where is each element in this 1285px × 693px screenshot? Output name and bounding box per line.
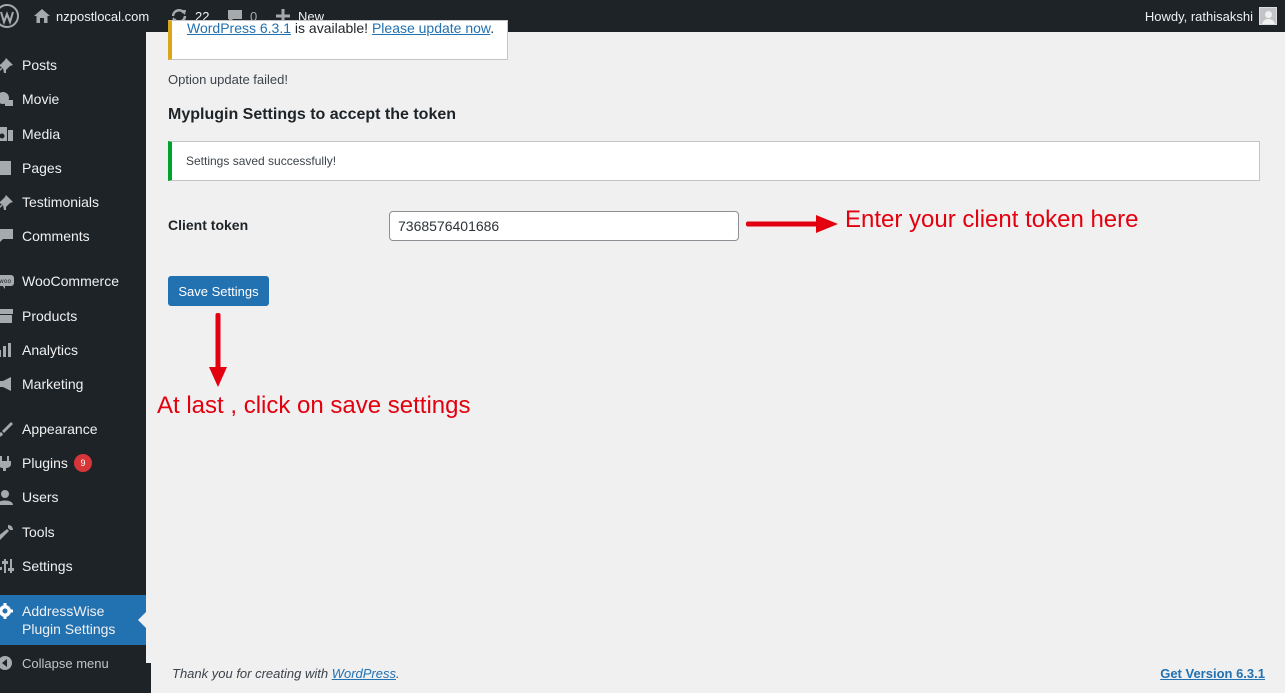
page-title: Myplugin Settings to accept the token xyxy=(168,106,457,123)
pin-icon xyxy=(0,57,14,73)
plug-icon xyxy=(0,455,14,471)
sidebar-item-posts[interactable]: Posts xyxy=(0,48,146,82)
svg-text:woo: woo xyxy=(0,278,11,285)
woo-icon: woo xyxy=(0,273,14,289)
sidebar-item-tools[interactable]: Tools xyxy=(0,515,146,549)
option-failed-message: Option update failed! xyxy=(168,72,288,87)
sidebar-item-label: Appearance xyxy=(22,421,98,437)
wordpress-logo-icon[interactable] xyxy=(0,0,20,32)
sidebar-item-label: Marketing xyxy=(22,376,84,392)
sidebar-item-label: Media xyxy=(22,126,61,142)
client-token-label: Client token xyxy=(168,217,249,233)
howdy-text: Howdy, rathisakshi xyxy=(1144,8,1253,24)
arrow-down-annotation xyxy=(209,313,227,387)
sidebar-item-testimonials[interactable]: Testimonials xyxy=(0,185,146,219)
media-icon xyxy=(0,126,14,142)
sidebar-item-label: Plugins xyxy=(22,455,68,471)
footer-version-link[interactable]: Get Version 6.3.1 xyxy=(1160,666,1265,681)
brush-icon xyxy=(0,421,14,437)
chart-icon xyxy=(0,342,14,358)
sidebar-item-label: Comments xyxy=(22,228,90,244)
client-token-input[interactable] xyxy=(389,211,739,241)
video-icon xyxy=(0,91,14,107)
sidebar-item-label: Testimonials xyxy=(22,194,100,210)
success-notice: Settings saved successfully! xyxy=(168,141,1260,181)
avatar xyxy=(1259,7,1277,25)
notice-text: Settings saved successfully! xyxy=(186,154,337,168)
sidebar-item-label: AddressWise Plugin Settings xyxy=(22,603,116,637)
sidebar-item-products[interactable]: Products xyxy=(0,299,146,333)
wordpress-version-link[interactable]: WordPress 6.3.1 xyxy=(187,20,291,36)
sidebar-item-label: WooCommerce xyxy=(22,273,119,289)
save-settings-button[interactable]: Save Settings xyxy=(168,276,269,306)
site-name: nzpostlocal.com xyxy=(56,8,150,24)
sidebar-item-marketing[interactable]: Marketing xyxy=(0,367,146,401)
sidebar-item-settings[interactable]: Settings xyxy=(0,549,146,583)
sidebar-item-pages[interactable]: Pages xyxy=(0,151,146,185)
sidebar-item-movie[interactable]: Movie xyxy=(0,82,146,116)
account-menu[interactable]: Howdy, rathisakshi xyxy=(1145,0,1277,32)
arrow-right-annotation xyxy=(746,215,838,233)
sidebar-item-label: Movie xyxy=(22,91,60,107)
footer-text: Thank you for creating with xyxy=(172,666,332,681)
nag-middle-text: is available! xyxy=(291,20,372,36)
annotation-enter-token: Enter your client token here xyxy=(845,206,1139,233)
footer-wordpress-link[interactable]: WordPress xyxy=(332,666,396,681)
sliders-icon xyxy=(0,558,14,574)
update-notice: WordPress 6.3.1 is available! Please upd… xyxy=(168,20,508,60)
sidebar-item-label: Analytics xyxy=(22,342,79,358)
sidebar-item-plugins[interactable]: Plugins 9 xyxy=(0,446,146,480)
site-link[interactable]: nzpostlocal.com xyxy=(34,0,149,32)
sidebar-item-label: Users xyxy=(22,489,59,505)
pin-icon xyxy=(0,194,14,210)
user-icon xyxy=(0,489,14,505)
plugins-update-badge: 9 xyxy=(74,454,92,472)
pages-icon xyxy=(0,160,14,176)
sidebar-item-comments[interactable]: Comments xyxy=(0,219,146,253)
sidebar-item-label: Tools xyxy=(22,524,55,540)
comment-icon xyxy=(0,228,14,244)
sidebar-item-analytics[interactable]: Analytics xyxy=(0,333,146,367)
sidebar-item-label: Settings xyxy=(22,558,73,574)
wrench-icon xyxy=(0,524,14,540)
sidebar-item-label: Posts xyxy=(22,57,58,73)
nag-end-text: . xyxy=(490,20,495,36)
main-content: WordPress 6.3.1 is available! Please upd… xyxy=(146,20,1285,693)
sidebar-item-addresswise-plugin-settings[interactable]: AddressWise Plugin Settings xyxy=(0,595,146,645)
sidebar-item-woocommerce[interactable]: woo WooCommerce xyxy=(0,264,146,298)
collapse-arrow-icon xyxy=(0,655,14,671)
archive-icon xyxy=(0,308,14,324)
sidebar-item-appearance[interactable]: Appearance xyxy=(0,412,146,446)
home-icon xyxy=(34,9,50,23)
update-now-link[interactable]: Please update now xyxy=(372,20,490,36)
collapse-menu-button[interactable]: Collapse menu xyxy=(0,646,146,680)
collapse-label: Collapse menu xyxy=(22,655,109,671)
sidebar-item-media[interactable]: Media xyxy=(0,117,146,151)
sidebar-item-users[interactable]: Users xyxy=(0,480,146,514)
footer-thanks: Thank you for creating with WordPress. xyxy=(172,666,400,681)
annotation-save-settings: At last , click on save settings xyxy=(157,392,471,419)
sidebar-edge xyxy=(146,663,151,693)
sidebar-item-label: Products xyxy=(22,308,78,324)
megaphone-icon xyxy=(0,376,14,392)
gear-icon xyxy=(0,603,14,619)
admin-sidebar: Posts Movie Media Pages Testimonials Comments… xyxy=(0,32,146,693)
footer-end: . xyxy=(396,666,400,681)
sidebar-item-label: Pages xyxy=(22,160,62,176)
